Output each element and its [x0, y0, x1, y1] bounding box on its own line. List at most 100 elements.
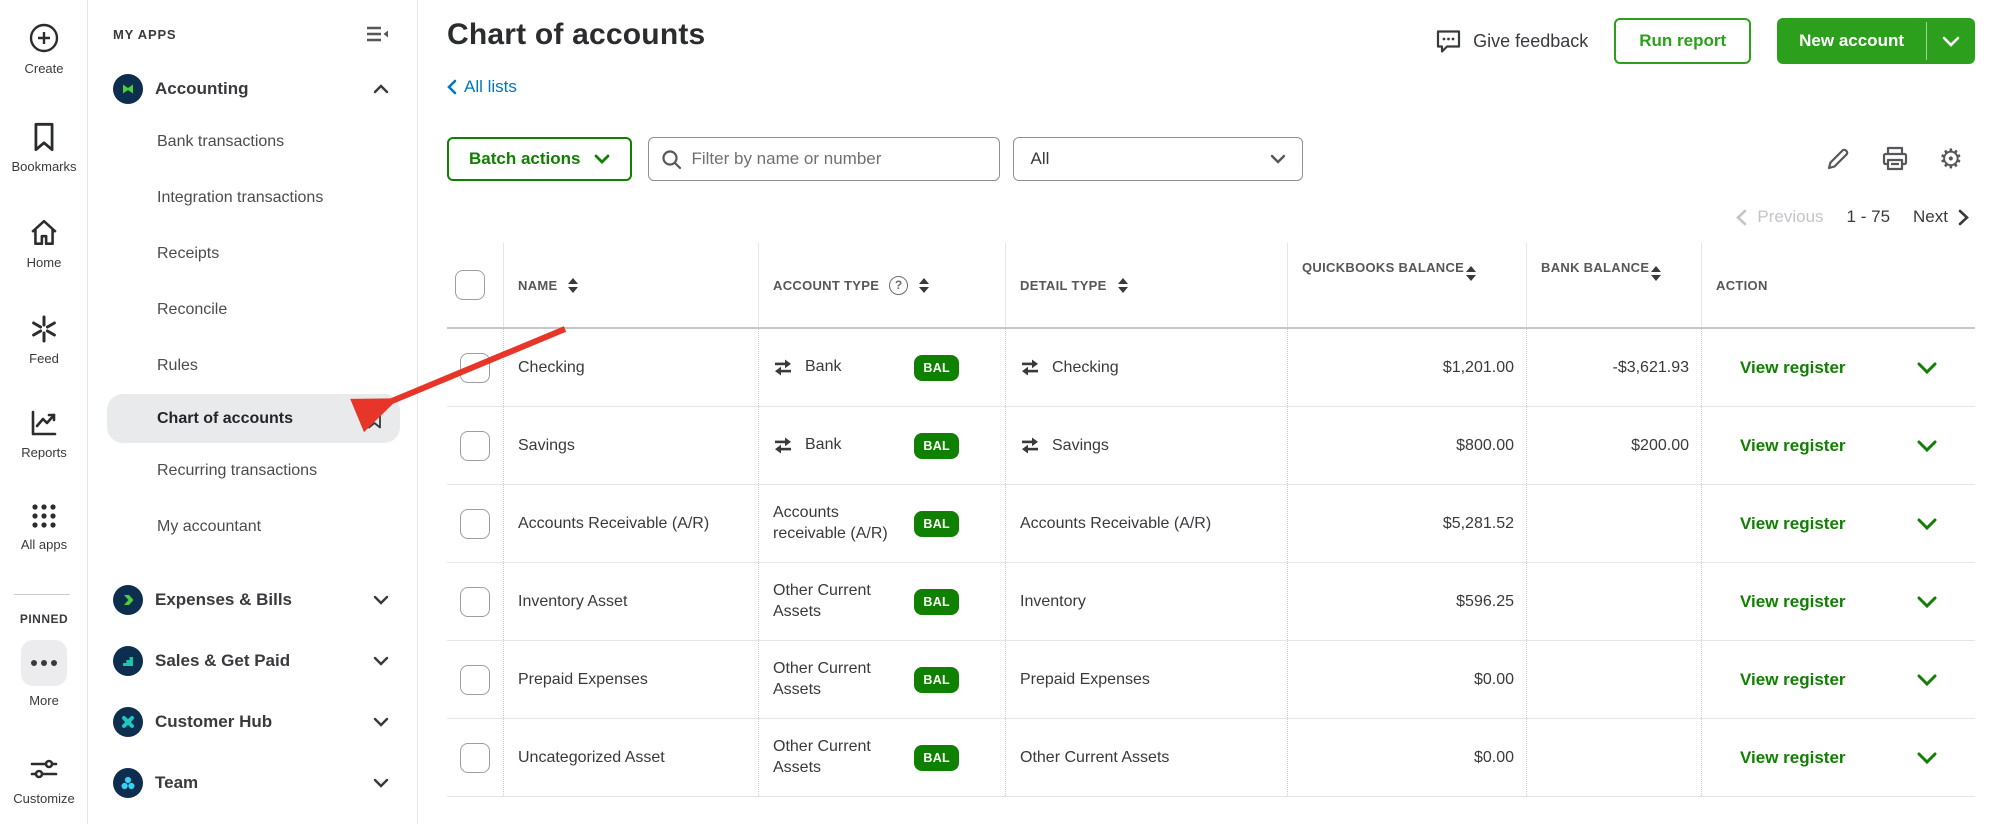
chevron-left-icon — [1736, 209, 1747, 226]
transfer-arrows-icon — [773, 437, 793, 454]
table-row: Accounts Receivable (A/R) Accounts recei… — [447, 485, 1975, 563]
rail-label: Create — [24, 61, 64, 76]
edit-pencil-icon[interactable] — [1825, 146, 1851, 172]
customer-hub-app-icon — [113, 706, 143, 737]
quickbooks-balance: $800.00 — [1456, 436, 1514, 454]
row-checkbox[interactable] — [460, 742, 490, 773]
row-action-chevron-icon[interactable] — [1917, 674, 1937, 686]
quickbooks-balance: $5,281.52 — [1442, 514, 1514, 532]
rail-item-more[interactable]: More — [0, 640, 88, 708]
column-header-detail-type[interactable]: DETAIL TYPE — [1020, 278, 1107, 293]
bank-balance: -$3,621.93 — [1612, 358, 1689, 376]
row-checkbox[interactable] — [460, 508, 490, 539]
rail-item-home[interactable]: Home — [0, 218, 88, 270]
bookmark-icon[interactable] — [367, 409, 382, 429]
view-register-link[interactable]: View register — [1740, 514, 1846, 534]
rail-item-reports[interactable]: Reports — [0, 408, 88, 460]
table-row: Prepaid Expenses Other Current Assets BA… — [447, 641, 1975, 719]
accounting-app-icon — [113, 74, 143, 104]
transfer-arrows-icon — [1020, 437, 1040, 454]
row-action-chevron-icon[interactable] — [1917, 362, 1937, 374]
detail-type: Accounts Receivable (A/R) — [1020, 514, 1212, 532]
row-action-chevron-icon[interactable] — [1917, 752, 1937, 764]
view-register-link[interactable]: View register — [1740, 358, 1846, 378]
sidebar-group-label: Team — [155, 772, 199, 792]
collapse-panel-icon[interactable] — [365, 24, 389, 44]
sidebar-item-label: Chart of accounts — [157, 409, 294, 427]
pagination-previous-button[interactable]: Previous — [1736, 207, 1824, 227]
my-apps-sidebar: MY APPS Accounting Bank transactions Int… — [88, 0, 418, 824]
rail-item-bookmarks[interactable]: Bookmarks — [0, 122, 88, 174]
all-lists-back-link[interactable]: All lists — [447, 77, 517, 97]
sort-icon[interactable] — [919, 277, 930, 293]
sidebar-item-label: Recurring transactions — [157, 462, 318, 479]
filter-input[interactable] — [691, 149, 988, 169]
column-header-name[interactable]: NAME — [518, 278, 557, 293]
sidebar-item-reconcile[interactable]: Reconcile — [88, 282, 417, 338]
sort-icon[interactable] — [1117, 277, 1128, 293]
sidebar-group-label: Customer Hub — [155, 711, 273, 731]
sidebar-group-customer-hub[interactable]: Customer Hub — [88, 691, 417, 752]
row-checkbox[interactable] — [460, 430, 490, 461]
new-account-button[interactable]: New account — [1777, 18, 1926, 64]
account-type: Accounts receivable (A/R) — [773, 503, 888, 542]
account-type: Other Current Assets — [773, 581, 871, 620]
select-all-checkbox[interactable] — [455, 270, 485, 300]
my-apps-heading: MY APPS — [113, 26, 177, 42]
sidebar-group-sales-get-paid[interactable]: Sales & Get Paid — [88, 630, 417, 691]
detail-type: Savings — [1052, 436, 1109, 454]
rail-label: Feed — [29, 351, 59, 366]
batch-actions-button[interactable]: Batch actions — [447, 137, 633, 181]
sidebar-item-chart-of-accounts[interactable]: Chart of accounts — [107, 394, 400, 443]
chevron-right-icon — [1958, 209, 1969, 226]
batch-actions-label: Batch actions — [469, 149, 581, 168]
row-checkbox[interactable] — [460, 586, 490, 617]
give-feedback-button[interactable]: Give feedback — [1435, 28, 1588, 54]
row-action-chevron-icon[interactable] — [1917, 596, 1937, 608]
column-header-action: ACTION — [1716, 277, 1768, 293]
rail-item-customize[interactable]: Customize — [0, 754, 88, 806]
sidebar-item-my-accountant[interactable]: My accountant — [88, 499, 417, 555]
bal-badge: BAL — [914, 432, 959, 459]
pagination-next-button[interactable]: Next — [1913, 207, 1969, 227]
rail-item-create[interactable]: Create — [0, 22, 88, 76]
sidebar-item-bank-transactions[interactable]: Bank transactions — [88, 114, 417, 170]
table-row: Inventory Asset Other Current Assets BAL… — [447, 563, 1975, 641]
column-header-bank-balance[interactable]: BANK BALANCE — [1541, 260, 1649, 275]
column-header-account-type[interactable]: ACCOUNT TYPE — [773, 278, 879, 293]
sort-icon[interactable] — [1466, 266, 1477, 281]
sidebar-group-expenses-bills[interactable]: Expenses & Bills — [88, 569, 417, 630]
sidebar-group-accounting[interactable]: Accounting — [88, 72, 417, 106]
sidebar-item-recurring-transactions[interactable]: Recurring transactions — [88, 443, 417, 499]
chevron-down-icon — [594, 154, 610, 164]
sidebar-item-receipts[interactable]: Receipts — [88, 226, 417, 282]
feedback-bubble-icon — [1435, 28, 1462, 54]
quickbooks-balance: $0.00 — [1473, 748, 1514, 766]
print-icon[interactable] — [1881, 146, 1909, 172]
sidebar-item-integration-transactions[interactable]: Integration transactions — [88, 170, 417, 226]
column-header-quickbooks-balance[interactable]: QUICKBOOKS BALANCE — [1302, 260, 1464, 275]
bal-badge: BAL — [914, 510, 959, 537]
view-register-link[interactable]: View register — [1740, 436, 1846, 456]
sidebar-group-team[interactable]: Team — [88, 752, 417, 813]
chevron-down-icon — [373, 778, 389, 788]
settings-gear-icon[interactable]: ⚙ — [1939, 145, 1963, 173]
rail-item-all-apps[interactable]: All apps — [0, 502, 88, 552]
sidebar-item-label: Integration transactions — [157, 189, 324, 206]
run-report-button[interactable]: Run report — [1614, 18, 1752, 64]
sort-icon[interactable] — [568, 277, 579, 293]
row-action-chevron-icon[interactable] — [1917, 440, 1937, 452]
view-register-link[interactable]: View register — [1740, 748, 1846, 768]
view-register-link[interactable]: View register — [1740, 592, 1846, 612]
rail-item-feed[interactable]: Feed — [0, 314, 88, 366]
row-checkbox[interactable] — [460, 664, 490, 695]
account-type-filter-select[interactable]: All — [1013, 137, 1304, 181]
row-checkbox[interactable] — [460, 352, 490, 383]
sort-icon[interactable] — [1651, 266, 1662, 281]
view-register-link[interactable]: View register — [1740, 670, 1846, 690]
chevron-down-icon — [373, 595, 389, 605]
new-account-dropdown-button[interactable] — [1927, 18, 1975, 64]
help-icon[interactable]: ? — [889, 275, 909, 295]
row-action-chevron-icon[interactable] — [1917, 518, 1937, 530]
sidebar-item-rules[interactable]: Rules — [88, 338, 417, 394]
